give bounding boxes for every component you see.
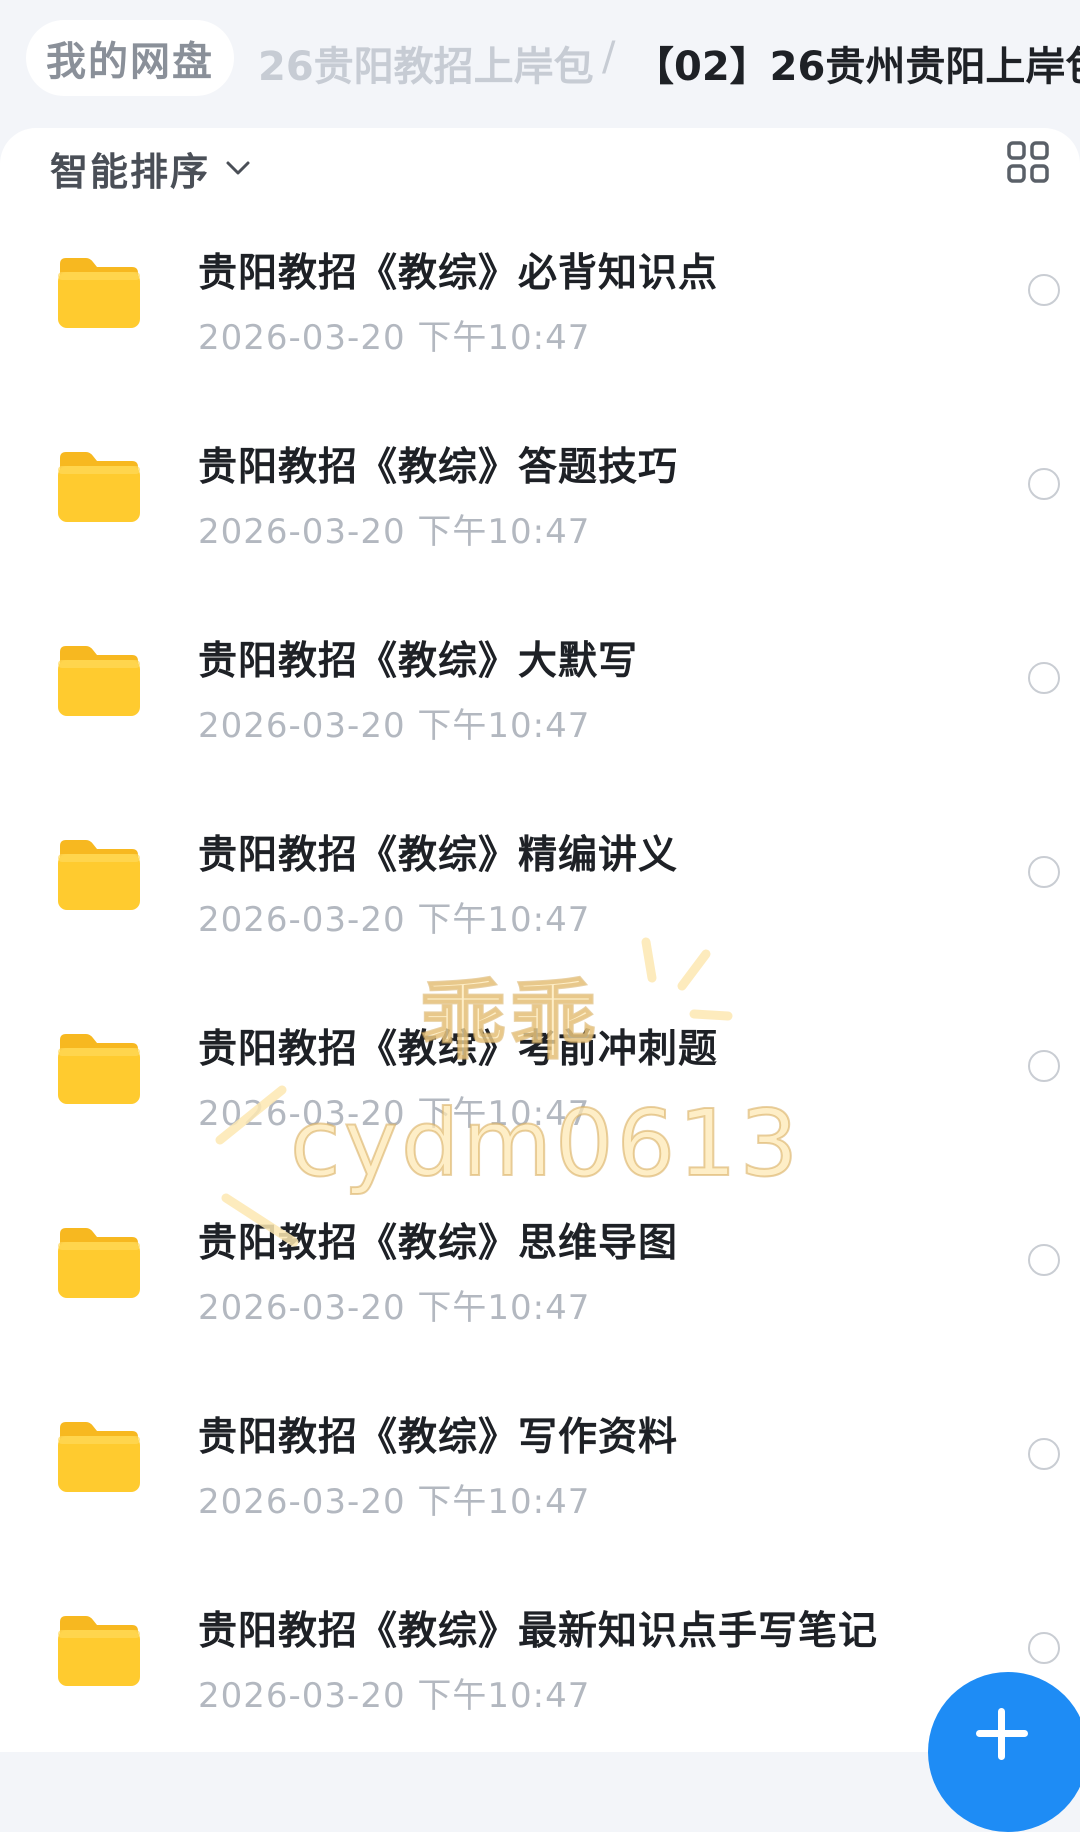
folder-icon xyxy=(56,1030,142,1106)
file-date: 2026-03-20 下午10:47 xyxy=(198,512,591,552)
folder-icon xyxy=(56,1612,142,1688)
breadcrumb-parent[interactable]: 26贵阳教招上岸包 xyxy=(258,34,594,92)
select-checkbox[interactable] xyxy=(1028,1632,1060,1664)
breadcrumb-current: 【02】26贵州贵阳上岸包 xyxy=(634,44,1080,90)
breadcrumb-home-label: 我的网盘 xyxy=(46,39,214,85)
sort-label: 智能排序 xyxy=(50,149,211,194)
select-checkbox[interactable] xyxy=(1028,1244,1060,1276)
file-date: 2026-03-20 下午10:47 xyxy=(198,1676,591,1716)
file-row[interactable]: 贵阳教招《教综》大默写 2026-03-20 下午10:47 xyxy=(0,598,1080,792)
add-button[interactable] xyxy=(928,1672,1080,1832)
folder-icon xyxy=(56,836,142,912)
sort-dropdown[interactable]: 智能排序 xyxy=(50,138,252,198)
watermark-text-line1: 乖乖 xyxy=(419,970,600,1072)
folder-icon xyxy=(56,1224,142,1300)
breadcrumb: 我的网盘 26贵阳教招上岸包 / 【02】26贵州贵阳上岸包 xyxy=(0,0,1080,130)
file-row[interactable]: 贵阳教招《教综》最新知识点手写笔记 2026-03-20 下午10:47 xyxy=(0,1568,1080,1762)
file-row[interactable]: 贵阳教招《教综》答题技巧 2026-03-20 下午10:47 xyxy=(0,404,1080,598)
grid-view-icon[interactable] xyxy=(1006,140,1050,184)
file-name: 贵阳教招《教综》必背知识点 xyxy=(198,251,719,296)
select-checkbox[interactable] xyxy=(1028,856,1060,888)
file-name: 贵阳教招《教综》写作资料 xyxy=(198,1415,679,1460)
folder-icon xyxy=(56,254,142,330)
file-name: 贵阳教招《教综》最新知识点手写笔记 xyxy=(198,1609,879,1654)
file-date: 2026-03-20 下午10:47 xyxy=(198,318,591,358)
select-checkbox[interactable] xyxy=(1028,1438,1060,1470)
file-date: 2026-03-20 下午10:47 xyxy=(198,1482,591,1522)
file-date: 2026-03-20 下午10:47 xyxy=(198,706,591,746)
file-date: 2026-03-20 下午10:47 xyxy=(198,1288,591,1328)
breadcrumb-home[interactable]: 我的网盘 xyxy=(26,20,234,96)
breadcrumb-separator: / xyxy=(602,34,616,80)
chevron-down-icon xyxy=(224,154,252,182)
select-checkbox[interactable] xyxy=(1028,468,1060,500)
folder-icon xyxy=(56,448,142,524)
select-checkbox[interactable] xyxy=(1028,662,1060,694)
file-name: 贵阳教招《教综》答题技巧 xyxy=(198,445,679,490)
file-row[interactable]: 贵阳教招《教综》必背知识点 2026-03-20 下午10:47 xyxy=(0,210,1080,404)
select-checkbox[interactable] xyxy=(1028,1050,1060,1082)
folder-icon xyxy=(56,642,142,718)
folder-icon xyxy=(56,1418,142,1494)
watermark-text-line2: cydm0613 xyxy=(289,1089,802,1198)
file-name: 贵阳教招《教综》大默写 xyxy=(198,639,639,684)
file-row[interactable]: 贵阳教招《教综》写作资料 2026-03-20 下午10:47 xyxy=(0,1374,1080,1568)
file-name: 贵阳教招《教综》精编讲义 xyxy=(198,833,679,878)
select-checkbox[interactable] xyxy=(1028,274,1060,306)
